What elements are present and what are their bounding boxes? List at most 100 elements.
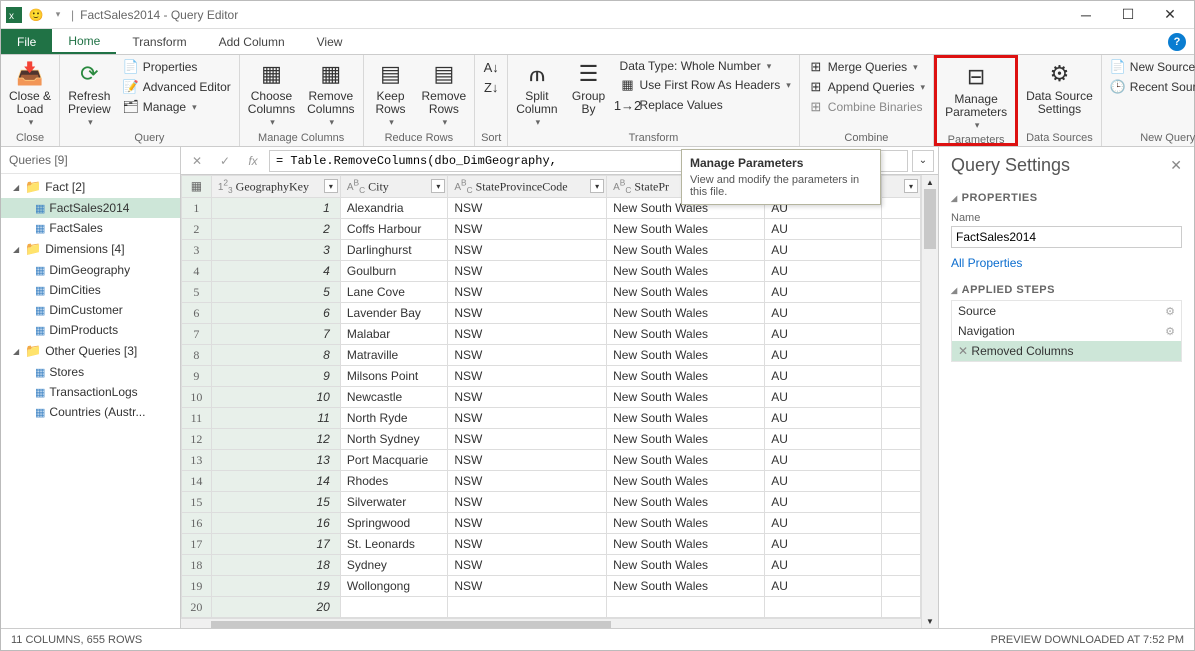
close-settings-button[interactable]: ✕ [1170,157,1182,174]
tab-home[interactable]: Home [52,29,116,54]
maximize-button[interactable]: ☐ [1108,3,1148,27]
column-header[interactable]: ABC StateProvinceCode▾ [448,176,607,198]
tab-add-column[interactable]: Add Column [203,29,301,54]
horizontal-scrollbar[interactable] [181,618,921,628]
group-reduce-rows: Reduce Rows [368,131,471,145]
all-properties-link[interactable]: All Properties [951,256,1182,270]
group-sort: Sort [479,131,503,145]
remove-rows-button[interactable]: ▤Remove Rows [418,58,471,130]
confirm-formula-button[interactable]: ✓ [213,150,237,172]
properties-header[interactable]: PROPERTIES [951,192,1182,204]
table-row[interactable]: 66Lavender BayNSWNew South WalesAU [182,303,921,324]
table-row[interactable]: 1919WollongongNSWNew South WalesAU [182,576,921,597]
table-row[interactable]: 2020 [182,597,921,618]
filter-dropdown-icon[interactable]: ▾ [431,179,445,193]
tree-item[interactable]: ▦TransactionLogs [1,382,180,402]
filter-dropdown-icon[interactable]: ▾ [590,179,604,193]
smiley-icon[interactable]: 🙂 [27,6,45,24]
table-row[interactable]: 33DarlinghurstNSWNew South WalesAU [182,240,921,261]
tree-group[interactable]: ◢📁Fact [2] [1,176,180,198]
table-row[interactable]: 1313Port MacquarieNSWNew South WalesAU [182,450,921,471]
tree-item[interactable]: ▦FactSales2014 [1,198,180,218]
minimize-button[interactable]: ─ [1066,3,1106,27]
table-corner[interactable]: ▦ [182,176,212,198]
choose-columns-button[interactable]: ▦Choose Columns [244,58,299,130]
tree-group[interactable]: ◢📁Dimensions [4] [1,238,180,260]
split-column-button[interactable]: ⫙Split Column [512,58,561,130]
tree-item[interactable]: ▦DimCities [1,280,180,300]
tab-view[interactable]: View [301,29,359,54]
close-load-button[interactable]: 📥Close & Load [5,58,55,130]
append-queries-button[interactable]: ⊞Append Queries [804,78,929,96]
sort-asc-button[interactable]: A↓ [479,58,503,76]
tree-item[interactable]: ▦FactSales [1,218,180,238]
tree-group[interactable]: ◢📁Other Queries [3] [1,340,180,362]
table-row[interactable]: 77MalabarNSWNew South WalesAU [182,324,921,345]
tree-item[interactable]: ▦DimGeography [1,260,180,280]
qat-dropdown-icon[interactable]: ▾ [49,6,67,24]
applied-step[interactable]: Navigation⚙ [952,321,1181,341]
table-row[interactable]: 1212North SydneyNSWNew South WalesAU [182,429,921,450]
table-row[interactable]: 1717St. LeonardsNSWNew South WalesAU [182,534,921,555]
tree-item[interactable]: ▦Countries (Austr... [1,402,180,422]
data-type-button[interactable]: Data Type: Whole Number [616,58,795,74]
column-header[interactable]: ▾ [881,176,920,198]
status-left: 11 COLUMNS, 655 ROWS [11,634,142,646]
column-header[interactable]: 123 GeographyKey▾ [211,176,340,198]
fx-icon[interactable]: fx [241,150,265,172]
group-parameters: Parameters [941,133,1011,147]
table-row[interactable]: 22Coffs HarbourNSWNew South WalesAU [182,219,921,240]
formula-dropdown[interactable]: ⌄ [912,150,934,172]
data-source-settings-button[interactable]: ⚙Data Source Settings [1022,58,1097,118]
merge-queries-button[interactable]: ⊞Merge Queries [804,58,929,76]
group-combine: Combine [804,131,929,145]
tree-item[interactable]: ▦Stores [1,362,180,382]
recent-sources-button[interactable]: 🕒Recent Sources [1106,78,1195,96]
help-icon[interactable]: ? [1168,33,1186,51]
table-row[interactable]: 1616SpringwoodNSWNew South WalesAU [182,513,921,534]
filter-dropdown-icon[interactable]: ▾ [324,179,338,193]
manage-button[interactable]: 🗂Manage [119,98,235,116]
table-row[interactable]: 44GoulburnNSWNew South WalesAU [182,261,921,282]
table-row[interactable]: 1818SydneyNSWNew South WalesAU [182,555,921,576]
applied-step[interactable]: Source⚙ [952,301,1181,321]
table-row[interactable]: 1414RhodesNSWNew South WalesAU [182,471,921,492]
table-row[interactable]: 55Lane CoveNSWNew South WalesAU [182,282,921,303]
tooltip: Manage Parameters View and modify the pa… [681,149,881,205]
group-by-button[interactable]: ☰Group By [566,58,612,118]
sort-desc-button[interactable]: Z↓ [479,78,503,96]
manage-parameters-button[interactable]: ⊟Manage Parameters [941,61,1011,133]
queries-header: Queries [9] [1,147,180,174]
keep-rows-button[interactable]: ▤Keep Rows [368,58,414,130]
properties-button[interactable]: 📄Properties [119,58,235,76]
new-source-button[interactable]: 📄New Source [1106,58,1195,76]
table-row[interactable]: 1010NewcastleNSWNew South WalesAU [182,387,921,408]
applied-steps-header[interactable]: APPLIED STEPS [951,284,1182,296]
replace-values-button[interactable]: 1→2Replace Values [616,96,795,114]
status-bar: 11 COLUMNS, 655 ROWS PREVIEW DOWNLOADED … [1,628,1194,650]
data-grid[interactable]: ▦123 GeographyKey▾ABC City▾ABC StateProv… [181,175,921,618]
tab-transform[interactable]: Transform [116,29,202,54]
advanced-editor-button[interactable]: 📝Advanced Editor [119,78,235,96]
vertical-scrollbar[interactable]: ▲ ▼ [921,175,938,628]
table-row[interactable]: 1515SilverwaterNSWNew South WalesAU [182,492,921,513]
filter-dropdown-icon[interactable]: ▾ [904,179,918,193]
gear-icon[interactable]: ⚙ [1165,305,1175,318]
tree-item[interactable]: ▦DimProducts [1,320,180,340]
applied-step[interactable]: ✕ Removed Columns [952,341,1181,361]
table-row[interactable]: 1111North RydeNSWNew South WalesAU [182,408,921,429]
title-bar: x 🙂 ▾ | FactSales2014 - Query Editor ─ ☐… [1,1,1194,29]
first-row-headers-button[interactable]: ▦Use First Row As Headers [616,76,795,94]
tree-item[interactable]: ▦DimCustomer [1,300,180,320]
refresh-preview-button[interactable]: ⟳Refresh Preview [64,58,115,130]
column-header[interactable]: ABC City▾ [340,176,448,198]
remove-columns-button[interactable]: ▦Remove Columns [303,58,358,130]
combine-binaries-button[interactable]: ⊞Combine Binaries [804,98,929,116]
table-row[interactable]: 99Milsons PointNSWNew South WalesAU [182,366,921,387]
close-window-button[interactable]: ✕ [1150,3,1190,27]
table-row[interactable]: 88MatravilleNSWNew South WalesAU [182,345,921,366]
query-name-input[interactable] [951,226,1182,248]
gear-icon[interactable]: ⚙ [1165,325,1175,338]
tab-file[interactable]: File [1,29,52,54]
cancel-formula-button[interactable]: ✕ [185,150,209,172]
